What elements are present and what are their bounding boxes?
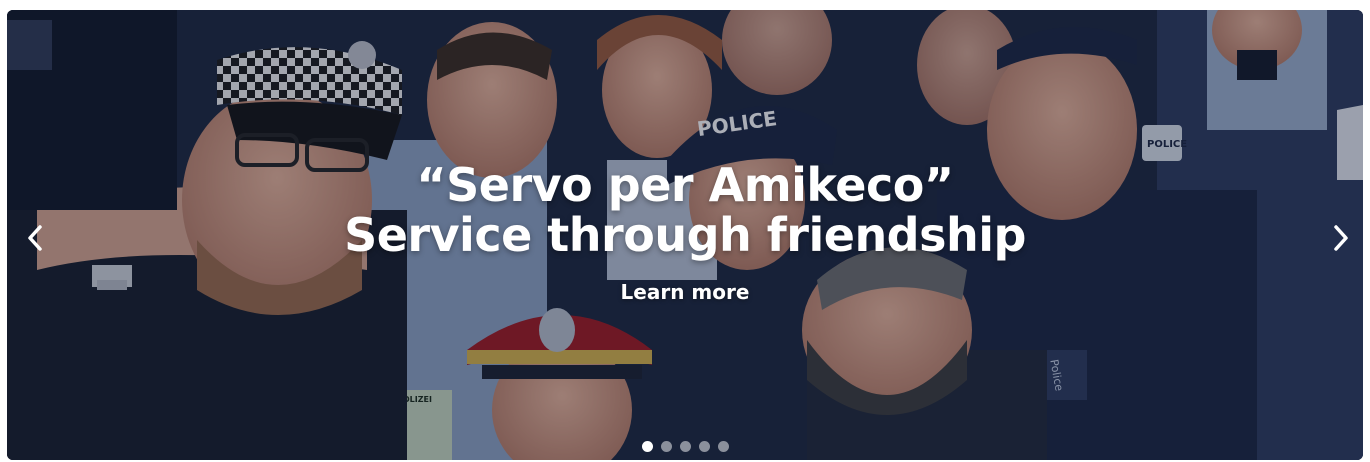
carousel-dot-2[interactable] (660, 441, 672, 452)
learn-more-link[interactable]: Learn more (621, 280, 750, 304)
slide-title-line2: Service through friendship (344, 208, 1026, 262)
carousel-prev-button[interactable] (15, 218, 55, 258)
carousel-dot-3[interactable] (679, 441, 691, 452)
slide-title-line1: “Servo per Amikeco” (416, 158, 954, 212)
chevron-right-icon (1334, 225, 1348, 251)
hero-carousel[interactable]: POLICE Police POLICE POLIZEI “Servo per … (7, 10, 1363, 460)
chevron-left-icon (28, 225, 42, 251)
carousel-indicators (7, 441, 1363, 452)
carousel-dot-5[interactable] (717, 441, 729, 452)
carousel-dot-1[interactable] (641, 441, 653, 452)
carousel-dot-4[interactable] (698, 441, 710, 452)
carousel-next-button[interactable] (1321, 218, 1361, 258)
slide-title: “Servo per Amikeco” Service through frie… (7, 160, 1363, 260)
slide-caption: “Servo per Amikeco” Service through frie… (7, 160, 1363, 304)
